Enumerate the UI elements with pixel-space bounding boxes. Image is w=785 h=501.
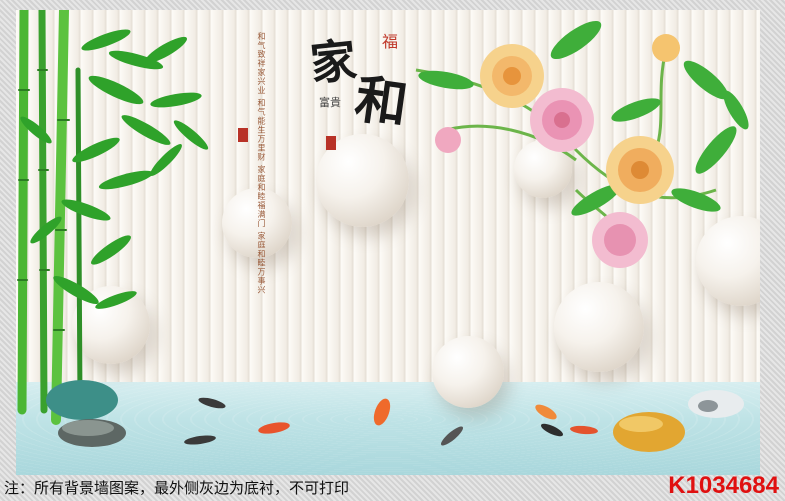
fu-character: 福 [382,32,399,51]
poem-line: 和气能生万里财 [257,98,266,162]
teal-stone [46,380,118,420]
poem-line: 家庭和睦福满门 [257,165,266,229]
vertical-poem: 和气致祥家兴业 和气能生万里财 家庭和睦福满门 家庭和睦万事兴 [256,32,267,295]
product-code: K1034684 [668,472,779,499]
printing-note: 注：所有背景墙图案，最外侧灰边为底衬，不可打印 [4,479,350,497]
poem-line: 和气致祥家兴业 [257,32,266,95]
red-seal-stamp [326,136,336,150]
koi-fish-group [184,397,598,446]
calligraphy-char: 家 [307,32,360,92]
red-seal-stamp [238,128,248,142]
bamboo-cluster [17,10,83,425]
wallpaper-mural: 和气致祥家兴业 和气能生万里财 家庭和睦福满门 家庭和睦万事兴 家 和 福 富貴 [16,10,760,475]
calligraphy-char: 和 [351,68,412,137]
peony-flowers [435,34,680,268]
fugui-text: 富貴 [319,96,341,109]
poem-line: 家庭和睦万事兴 [257,231,266,295]
